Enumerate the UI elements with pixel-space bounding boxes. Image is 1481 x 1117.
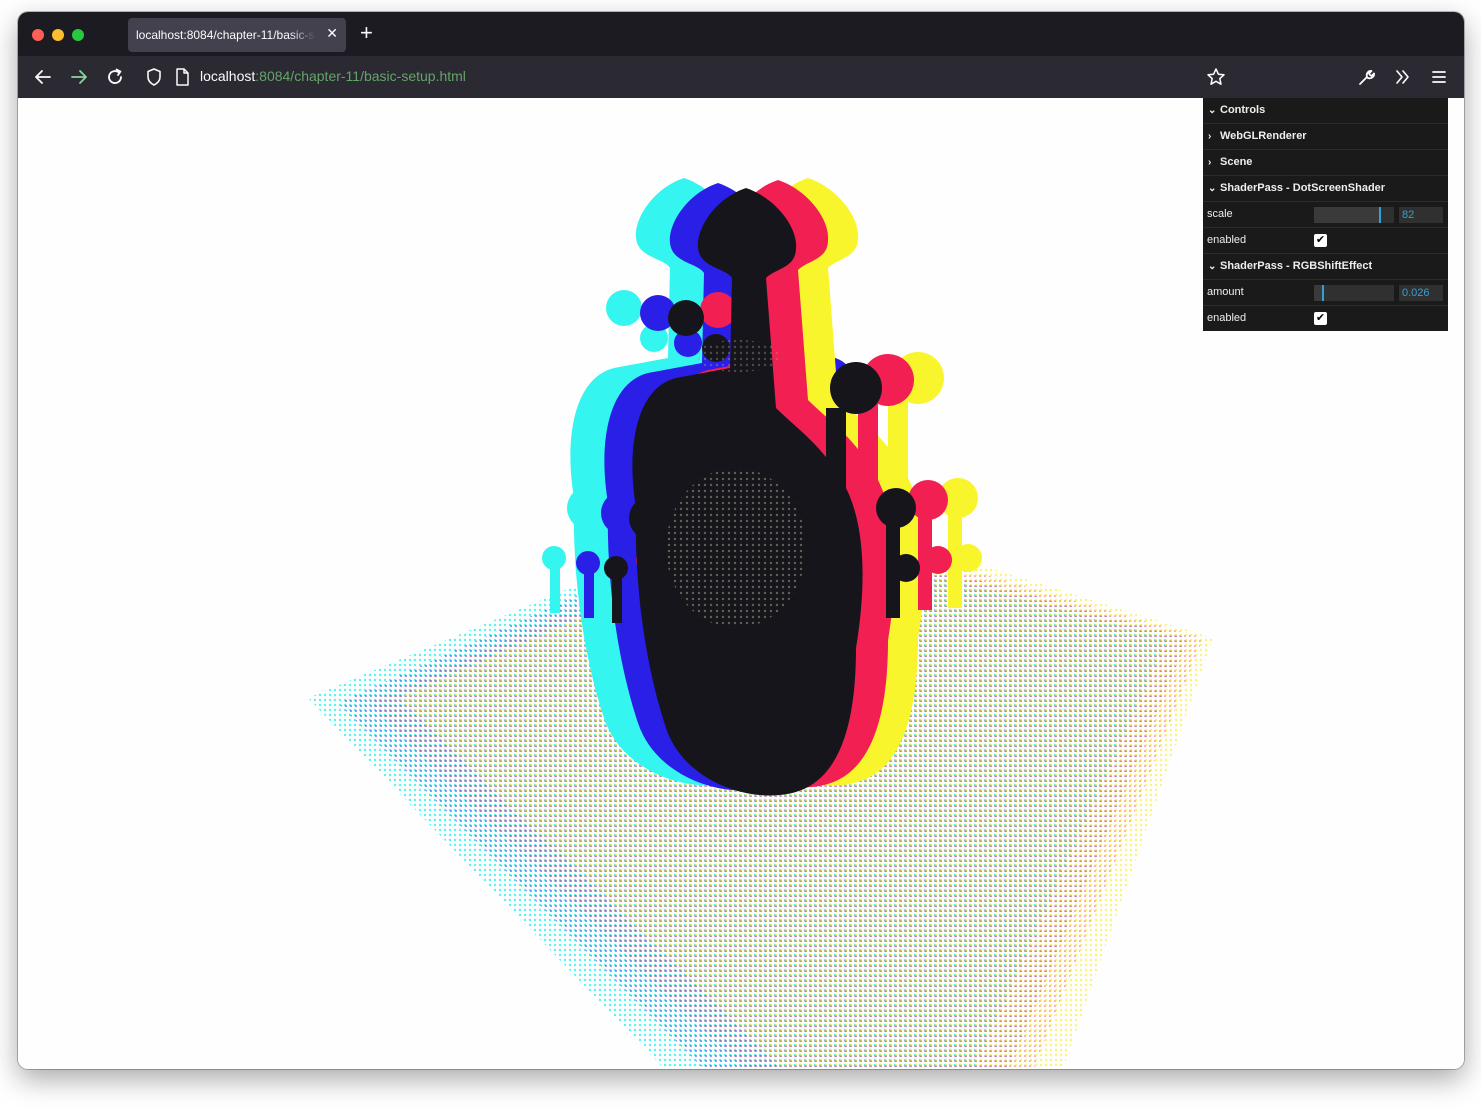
amount-control: amount 0.026 [1203, 280, 1448, 306]
window-minimize-button[interactable] [52, 29, 64, 41]
browser-tab[interactable]: localhost:8084/chapter-11/basic-setup.ht… [128, 18, 346, 52]
window-close-button[interactable] [32, 29, 44, 41]
url-path: :8084/chapter-11/basic-setup.html [255, 68, 466, 84]
folder-label: WebGLRenderer [1220, 130, 1307, 142]
enabled-label: enabled [1207, 312, 1247, 324]
tab-title: localhost:8084/chapter-11/basic-setup.ht… [136, 28, 316, 42]
folder-controls[interactable]: ⌄ Controls [1203, 98, 1448, 124]
back-arrow-icon[interactable] [32, 66, 54, 88]
url-host: localhost [200, 68, 256, 84]
chevron-right-icon: › [1208, 157, 1212, 168]
chevron-down-icon: ⌄ [1208, 105, 1217, 116]
scale-label: scale [1207, 208, 1233, 220]
hamburger-menu-icon[interactable] [1428, 66, 1450, 88]
webgl-viewport[interactable]: ⌄ Controls › WebGLRenderer › Scene ⌄ Sha… [18, 98, 1464, 1069]
dot-screen-texture-top [693, 340, 783, 372]
page-icon[interactable] [171, 66, 193, 88]
enabled-label: enabled [1207, 234, 1247, 246]
dotscreen-enabled-checkbox[interactable]: ✔ [1314, 234, 1327, 247]
scale-slider-knob[interactable] [1379, 207, 1381, 223]
folder-rgbshift[interactable]: ⌄ ShaderPass - RGBShiftEffect [1203, 254, 1448, 280]
chevron-right-icon: › [1208, 131, 1212, 142]
folder-scene[interactable]: › Scene [1203, 150, 1448, 176]
folder-label: Controls [1220, 104, 1266, 116]
wrench-icon[interactable] [1355, 66, 1377, 88]
forward-arrow-icon[interactable] [68, 66, 90, 88]
amount-slider-knob[interactable] [1322, 285, 1324, 301]
navigation-bar: localhost:8084/chapter-11/basic-setup.ht… [18, 56, 1464, 98]
amount-slider[interactable] [1314, 285, 1394, 301]
tab-bar: localhost:8084/chapter-11/basic-setup.ht… [18, 12, 1464, 56]
folder-webglrenderer[interactable]: › WebGLRenderer [1203, 124, 1448, 150]
chevron-down-icon: ⌄ [1208, 261, 1217, 272]
bookmark-star-icon[interactable] [1205, 66, 1227, 88]
folder-dotscreen[interactable]: ⌄ ShaderPass - DotScreenShader [1203, 176, 1448, 202]
window-zoom-button[interactable] [72, 29, 84, 41]
scale-slider[interactable] [1314, 207, 1394, 223]
scale-input[interactable]: 82 [1399, 207, 1443, 223]
address-bar[interactable]: localhost:8084/chapter-11/basic-setup.ht… [200, 68, 466, 84]
dotscreen-enabled-control: enabled ✔ [1203, 228, 1448, 254]
amount-slider-fill [1314, 285, 1322, 301]
overflow-chevrons-icon[interactable] [1392, 66, 1414, 88]
reload-icon[interactable] [104, 66, 126, 88]
rgbshift-enabled-control: enabled ✔ [1203, 306, 1448, 331]
folder-label: ShaderPass - DotScreenShader [1220, 182, 1386, 194]
scale-slider-fill [1314, 207, 1380, 223]
dot-screen-texture [666, 468, 806, 628]
amount-label: amount [1207, 286, 1244, 298]
folder-label: ShaderPass - RGBShiftEffect [1220, 260, 1373, 272]
close-icon[interactable]: ✕ [326, 25, 338, 42]
shield-icon[interactable] [143, 66, 165, 88]
folder-label: Scene [1220, 156, 1253, 168]
amount-input[interactable]: 0.026 [1399, 285, 1443, 301]
scale-control: scale 82 [1203, 202, 1448, 228]
dat-gui-panel: ⌄ Controls › WebGLRenderer › Scene ⌄ Sha… [1203, 98, 1448, 331]
plus-icon[interactable]: + [360, 21, 373, 45]
browser-window: localhost:8084/chapter-11/basic-setup.ht… [18, 12, 1464, 1069]
rgbshift-enabled-checkbox[interactable]: ✔ [1314, 312, 1327, 325]
chevron-down-icon: ⌄ [1208, 183, 1217, 194]
